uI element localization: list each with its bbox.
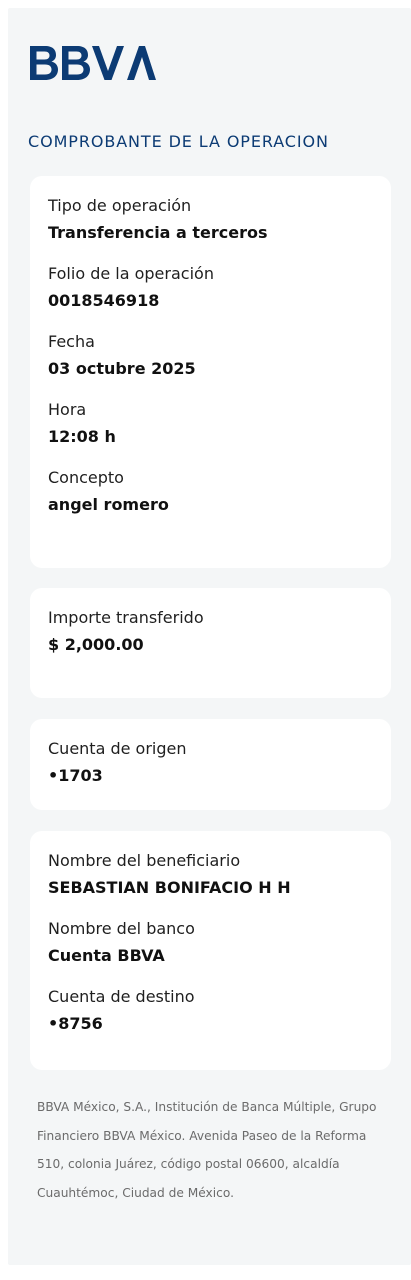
- bbva-logo-icon: [30, 46, 156, 80]
- operation-type-label: Tipo de operación: [48, 196, 192, 215]
- date-value: 03 octubre 2025: [48, 359, 196, 378]
- legal-disclaimer: BBVA México, S.A., Institución de Banca …: [37, 1100, 377, 1200]
- amount-label: Importe transferido: [48, 608, 204, 627]
- folio-value: 0018546918: [48, 291, 160, 310]
- amount-value: $ 2,000.00: [48, 635, 144, 654]
- operation-type-field: Tipo de operación Transferencia a tercer…: [48, 196, 373, 243]
- origin-account-value: •1703: [48, 766, 103, 785]
- amount-card: Importe transferido $ 2,000.00: [30, 588, 391, 698]
- concept-label: Concepto: [48, 468, 124, 487]
- bank-name-value: Cuenta BBVA: [48, 946, 165, 965]
- time-field: Hora 12:08 h: [48, 400, 373, 447]
- origin-account-card: Cuenta de origen •1703: [30, 719, 391, 810]
- operation-type-value: Transferencia a terceros: [48, 223, 268, 242]
- concept-field: Concepto angel romero: [48, 468, 373, 515]
- beneficiary-name-field: Nombre del beneficiario SEBASTIAN BONIFA…: [48, 851, 373, 898]
- amount-field: Importe transferido $ 2,000.00: [48, 608, 373, 655]
- date-label: Fecha: [48, 332, 95, 351]
- origin-account-field: Cuenta de origen •1703: [48, 739, 373, 786]
- receipt-container: COMPROBANTE DE LA OPERACION Tipo de oper…: [8, 8, 411, 1265]
- beneficiary-name-value: SEBASTIAN BONIFACIO H H: [48, 878, 291, 897]
- time-value: 12:08 h: [48, 427, 116, 446]
- bank-name-label: Nombre del banco: [48, 919, 195, 938]
- destination-account-field: Cuenta de destino •8756: [48, 987, 373, 1034]
- concept-value: angel romero: [48, 495, 169, 514]
- beneficiary-card: Nombre del beneficiario SEBASTIAN BONIFA…: [30, 831, 391, 1070]
- folio-label: Folio de la operación: [48, 264, 214, 283]
- folio-field: Folio de la operación 0018546918: [48, 264, 373, 311]
- destination-account-value: •8756: [48, 1014, 103, 1033]
- operation-details-card: Tipo de operación Transferencia a tercer…: [30, 176, 391, 568]
- destination-account-label: Cuenta de destino: [48, 987, 195, 1006]
- receipt-title: COMPROBANTE DE LA OPERACION: [28, 132, 329, 151]
- beneficiary-name-label: Nombre del beneficiario: [48, 851, 241, 870]
- bank-name-field: Nombre del banco Cuenta BBVA: [48, 919, 373, 966]
- time-label: Hora: [48, 400, 87, 419]
- date-field: Fecha 03 octubre 2025: [48, 332, 373, 379]
- origin-account-label: Cuenta de origen: [48, 739, 187, 758]
